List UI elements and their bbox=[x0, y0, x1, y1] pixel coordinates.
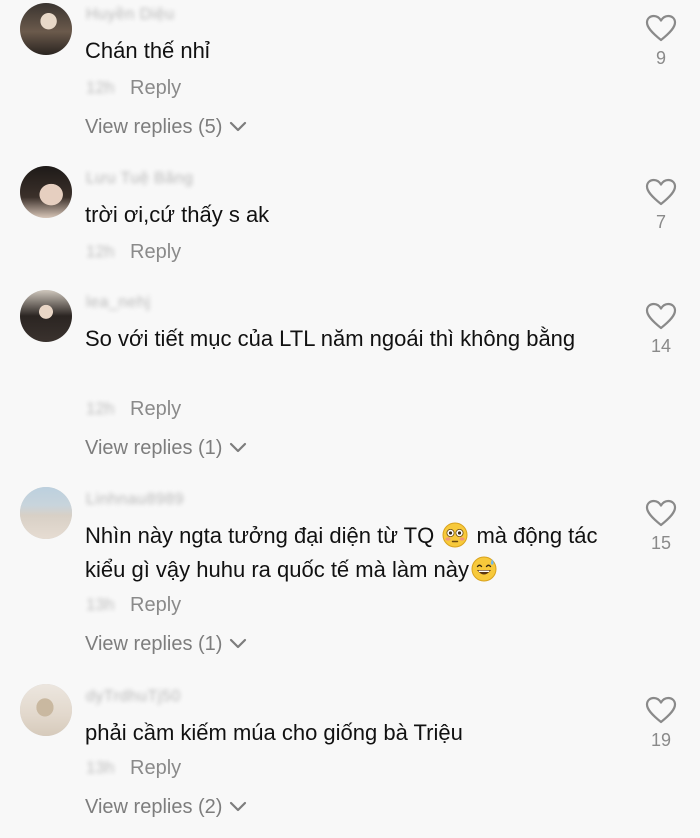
username[interactable]: Linhnau8989 bbox=[86, 491, 184, 509]
view-replies-button[interactable]: View replies (1) bbox=[85, 435, 248, 461]
username[interactable]: lea_nehj bbox=[86, 294, 151, 312]
like-block: 15 bbox=[640, 499, 682, 554]
avatar[interactable] bbox=[20, 166, 72, 218]
avatar[interactable] bbox=[20, 290, 72, 342]
comment-meta: 12h Reply bbox=[86, 75, 181, 101]
comment-time: 13h bbox=[86, 758, 115, 777]
comment-meta: 12h Reply bbox=[86, 396, 181, 422]
like-block: 9 bbox=[640, 14, 682, 69]
like-count: 14 bbox=[650, 336, 672, 356]
comment-time: 12h bbox=[86, 242, 115, 261]
flushed-face-emoji-icon bbox=[442, 522, 468, 548]
comment-time: 12h bbox=[86, 399, 115, 418]
heart-icon[interactable] bbox=[645, 14, 677, 42]
chevron-down-icon bbox=[230, 121, 247, 132]
view-replies-label: View replies (1) bbox=[85, 632, 223, 655]
view-replies-label: View replies (1) bbox=[85, 436, 223, 459]
heart-icon[interactable] bbox=[645, 302, 677, 330]
reply-button[interactable]: Reply bbox=[130, 77, 181, 100]
like-count: 7 bbox=[655, 212, 666, 232]
like-block: 14 bbox=[640, 302, 682, 357]
username[interactable]: Lưu Tuệ Băng bbox=[86, 170, 193, 188]
comment-text: So với tiết mục của LTL năm ngoái thì kh… bbox=[85, 326, 576, 351]
like-block: 7 bbox=[640, 178, 682, 233]
comment-text: phải cầm kiếm múa cho giống bà Triệu bbox=[85, 720, 463, 745]
username[interactable]: dyTrdhuTj50 bbox=[86, 688, 181, 706]
avatar[interactable] bbox=[20, 684, 72, 736]
comment-meta: 13h Reply bbox=[86, 592, 181, 618]
comment-text: Nhìn này ngta tưởng đại diện từ TQ mà độ… bbox=[85, 519, 625, 587]
chevron-down-icon bbox=[230, 801, 247, 812]
like-count: 9 bbox=[655, 48, 666, 68]
comment-time: 12h bbox=[86, 78, 115, 97]
reply-button[interactable]: Reply bbox=[130, 241, 181, 264]
view-replies-button[interactable]: View replies (2) bbox=[85, 794, 248, 820]
heart-icon[interactable] bbox=[645, 499, 677, 527]
view-replies-button[interactable]: View replies (1) bbox=[85, 631, 248, 657]
like-block: 19 bbox=[640, 696, 682, 751]
comment-time: 13h bbox=[86, 595, 115, 614]
comment-text: trời ơi,cứ thấy s ak bbox=[85, 202, 270, 227]
heart-icon[interactable] bbox=[645, 696, 677, 724]
comment-text-part: Nhìn này ngta tưởng đại diện từ TQ bbox=[85, 523, 441, 548]
comment-meta: 12h Reply bbox=[86, 239, 181, 265]
username[interactable]: Huyền Diệu bbox=[86, 6, 175, 24]
comment-text: Chán thế nhỉ bbox=[85, 38, 210, 63]
reply-button[interactable]: Reply bbox=[130, 594, 181, 617]
view-replies-label: View replies (5) bbox=[85, 115, 223, 138]
avatar[interactable] bbox=[20, 3, 72, 55]
heart-icon[interactable] bbox=[645, 178, 677, 206]
chevron-down-icon bbox=[230, 442, 247, 453]
avatar[interactable] bbox=[20, 487, 72, 539]
like-count: 15 bbox=[650, 533, 672, 553]
view-replies-button[interactable]: View replies (5) bbox=[85, 114, 248, 140]
view-replies-label: View replies (2) bbox=[85, 795, 223, 818]
chevron-down-icon bbox=[230, 638, 247, 649]
reply-button[interactable]: Reply bbox=[130, 398, 181, 421]
grinning-sweat-emoji-icon bbox=[471, 556, 497, 582]
reply-button[interactable]: Reply bbox=[130, 757, 181, 780]
like-count: 19 bbox=[650, 730, 672, 750]
comment-list: Huyền Diệu Chán thế nhỉ 12h Reply View r… bbox=[0, 0, 700, 838]
comment-meta: 13h Reply bbox=[86, 755, 181, 781]
